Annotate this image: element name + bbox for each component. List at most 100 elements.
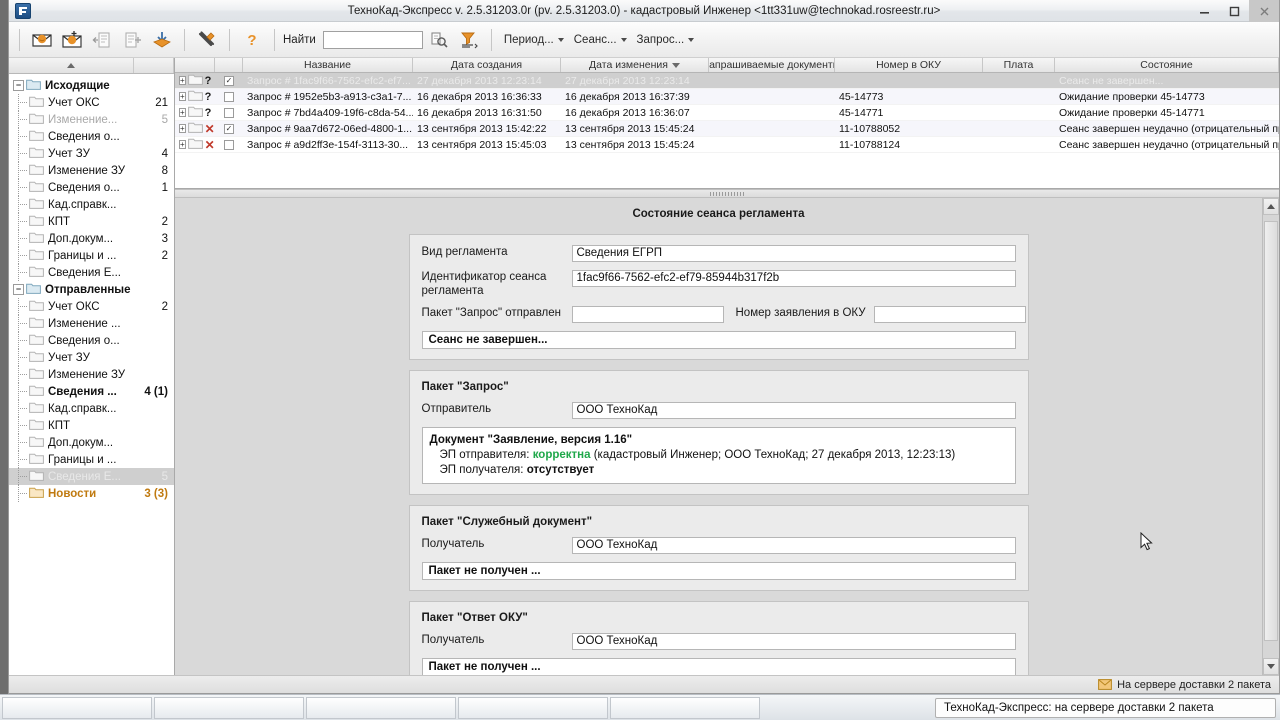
- sidebar-item[interactable]: КПТ 2: [9, 213, 174, 230]
- table-row[interactable]: +? Запрос # 7bd4a409-19f6-c8da-54... 16 де…: [175, 105, 1279, 121]
- sidebar-item[interactable]: Границы и ...: [9, 451, 174, 468]
- row-expander-cell[interactable]: + ✕: [175, 121, 215, 136]
- menu-period[interactable]: Период...: [500, 31, 568, 49]
- row-checkbox-cell[interactable]: [215, 91, 243, 102]
- tree-expand-icon[interactable]: +: [179, 92, 186, 101]
- table-row[interactable]: +? Запрос # 1952e5b3-a913-c3a1-7... 16 дек…: [175, 89, 1279, 105]
- add-document-button[interactable]: [118, 26, 146, 54]
- column-state[interactable]: Состояние: [1055, 58, 1279, 72]
- taskbar-item[interactable]: [306, 696, 456, 719]
- sidebar-item[interactable]: Сведения о...: [9, 332, 174, 349]
- minimize-button[interactable]: [1189, 0, 1219, 22]
- tree-collapse-icon[interactable]: −: [13, 80, 24, 91]
- sidebar-item[interactable]: Доп.докум... 3: [9, 230, 174, 247]
- column-requested-docs[interactable]: Запрашиваемые документы: [709, 58, 835, 72]
- detail-vertical-scrollbar[interactable]: [1262, 198, 1279, 675]
- request-sent-value[interactable]: [571, 306, 724, 323]
- reply-document-button[interactable]: [88, 26, 116, 54]
- sidebar-header[interactable]: [9, 58, 174, 74]
- request-sender-value[interactable]: ООО ТехноКад: [571, 402, 1016, 419]
- table-row[interactable]: + ✕ Запрос # a9d2ff3e-154f-3113-30... 13 се…: [175, 137, 1279, 153]
- sidebar-header-count-col[interactable]: [134, 58, 174, 73]
- taskbar-item[interactable]: [2, 696, 152, 719]
- title-bar[interactable]: ТехноКад-Экспресс v. 2.5.31203.0r (pv. 2…: [9, 0, 1279, 22]
- sidebar-item[interactable]: Изменение ЗУ 8: [9, 162, 174, 179]
- checkbox-icon[interactable]: [224, 139, 234, 150]
- sidebar-header-name-col[interactable]: [9, 58, 134, 73]
- sidebar-item[interactable]: Границы и ... 2: [9, 247, 174, 264]
- help-button[interactable]: ?: [238, 26, 266, 54]
- sidebar-item[interactable]: Сведения ... 4 (1): [9, 383, 174, 400]
- close-button[interactable]: [1249, 0, 1279, 22]
- sidebar-group-sent[interactable]: − Отправленные: [9, 281, 174, 298]
- menu-request[interactable]: Запрос...: [633, 31, 699, 49]
- sidebar-item[interactable]: Учет ОКС 2: [9, 298, 174, 315]
- notification-tooltip[interactable]: ТехноКад-Экспресс: на сервере доставки 2…: [935, 698, 1276, 718]
- search-input[interactable]: [322, 30, 423, 49]
- scrollbar-thumb[interactable]: [1264, 221, 1278, 641]
- row-checkbox-cell[interactable]: [215, 107, 243, 118]
- find-button[interactable]: [425, 26, 453, 54]
- column-payment[interactable]: Плата: [983, 58, 1055, 72]
- checkbox-icon[interactable]: ✓: [224, 75, 234, 86]
- row-checkbox-cell[interactable]: ✓: [215, 123, 243, 134]
- answer-receiver-value[interactable]: ООО ТехноКад: [571, 633, 1016, 650]
- receive-mail-button[interactable]: [28, 26, 56, 54]
- checkbox-icon[interactable]: [224, 91, 234, 102]
- sidebar-item[interactable]: Учет ОКС 21: [9, 94, 174, 111]
- column-modified[interactable]: Дата изменения: [561, 58, 709, 72]
- scroll-up-button[interactable]: [1263, 198, 1279, 215]
- scroll-down-button[interactable]: [1263, 658, 1279, 675]
- oku-application-number-value[interactable]: [873, 306, 1026, 323]
- column-check[interactable]: [215, 58, 243, 72]
- regulation-type-value[interactable]: Сведения ЕГРП: [571, 245, 1016, 262]
- tree-collapse-icon[interactable]: −: [13, 284, 24, 295]
- sidebar-item[interactable]: Кад.справк...: [9, 400, 174, 417]
- scrollbar-track[interactable]: [1263, 215, 1279, 658]
- row-expander-cell[interactable]: + ✕: [175, 137, 215, 152]
- row-checkbox-cell[interactable]: ✓: [215, 75, 243, 86]
- sidebar-item[interactable]: Сведения Е... 5: [9, 468, 174, 485]
- sync-button[interactable]: [148, 26, 176, 54]
- sidebar-item[interactable]: Доп.докум...: [9, 434, 174, 451]
- tree-expand-icon[interactable]: +: [179, 140, 186, 149]
- sidebar-item-news[interactable]: Новости 3 (3): [9, 485, 174, 502]
- row-expander-cell[interactable]: +?: [175, 89, 215, 104]
- taskbar-item[interactable]: [154, 696, 304, 719]
- session-id-value[interactable]: 1fac9f66-7562-efc2-ef79-85944b317f2b: [571, 270, 1016, 287]
- settings-button[interactable]: [193, 26, 221, 54]
- checkbox-icon[interactable]: [224, 107, 234, 118]
- filter-button[interactable]: [455, 26, 483, 54]
- column-name[interactable]: Название: [243, 58, 413, 72]
- sidebar-item[interactable]: Изменение... 5: [9, 111, 174, 128]
- maximize-button[interactable]: [1219, 0, 1249, 22]
- sidebar-item[interactable]: Сведения о... 1: [9, 179, 174, 196]
- tree-expand-icon[interactable]: +: [179, 76, 186, 85]
- tree-expand-icon[interactable]: +: [179, 124, 186, 133]
- sidebar-item[interactable]: Учет ЗУ 4: [9, 145, 174, 162]
- sidebar-item[interactable]: Сведения о...: [9, 128, 174, 145]
- taskbar-item[interactable]: [458, 696, 608, 719]
- sidebar-item[interactable]: Изменение ...: [9, 315, 174, 332]
- pane-splitter[interactable]: [175, 189, 1279, 198]
- column-oku-number[interactable]: Номер в ОКУ: [835, 58, 983, 72]
- sidebar-item[interactable]: Изменение ЗУ: [9, 366, 174, 383]
- row-expander-cell[interactable]: +?: [175, 73, 215, 88]
- menu-session[interactable]: Сеанс...: [570, 31, 631, 49]
- column-tree[interactable]: [175, 58, 215, 72]
- taskbar-item[interactable]: [610, 696, 760, 719]
- table-row[interactable]: + ✕ ✓ Запрос # 9aa7d672-06ed-4800-1... 13 се…: [175, 121, 1279, 137]
- sidebar-item[interactable]: Кад.справк...: [9, 196, 174, 213]
- new-mail-button[interactable]: [58, 26, 86, 54]
- checkbox-icon[interactable]: ✓: [224, 123, 234, 134]
- tree-expand-icon[interactable]: +: [179, 108, 186, 117]
- row-checkbox-cell[interactable]: [215, 139, 243, 150]
- sidebar-item[interactable]: КПТ: [9, 417, 174, 434]
- row-expander-cell[interactable]: +?: [175, 105, 215, 120]
- sidebar-item[interactable]: Сведения Е...: [9, 264, 174, 281]
- column-created[interactable]: Дата создания: [413, 58, 561, 72]
- sidebar-group-outgoing[interactable]: − Исходящие: [9, 77, 174, 94]
- sidebar-item[interactable]: Учет ЗУ: [9, 349, 174, 366]
- service-receiver-value[interactable]: ООО ТехноКад: [571, 537, 1016, 554]
- table-row[interactable]: +? ✓ Запрос # 1fac9f66-7562-efc2-ef7... 27 …: [175, 73, 1279, 89]
